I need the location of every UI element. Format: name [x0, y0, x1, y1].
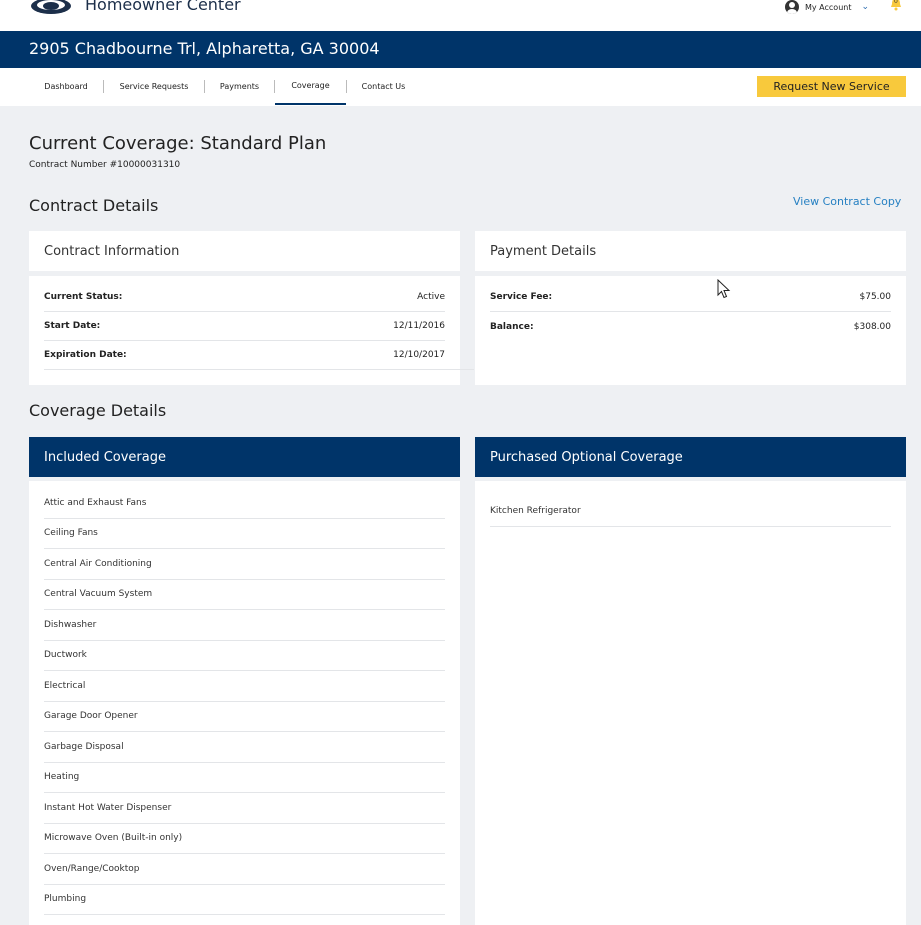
list-item: Dishwasher	[44, 610, 445, 641]
list-item: Central Vacuum System	[44, 580, 445, 610]
contract-number: Contract Number #10000031310	[29, 160, 181, 170]
main-nav: Dashboard Service Requests Payments Cove…	[0, 68, 921, 106]
service-fee-label: Service Fee:	[490, 292, 553, 302]
view-contract-copy-link[interactable]: View Contract Copy	[793, 195, 901, 208]
list-item: Microwave Oven (Built-in only)	[44, 824, 445, 854]
optional-coverage-header: Purchased Optional Coverage	[475, 437, 906, 477]
list-item: Garbage Disposal	[44, 732, 445, 763]
optional-coverage-list: Kitchen Refrigerator	[475, 481, 906, 527]
included-coverage-panel: Attic and Exhaust Fans Ceiling Fans Cent…	[29, 481, 460, 925]
balance-label: Balance:	[490, 321, 534, 332]
mouse-cursor-icon	[717, 279, 731, 299]
row-divider	[274, 369, 474, 370]
request-new-service-button[interactable]: Request New Service	[757, 76, 906, 97]
current-status-row: Current Status: Active	[44, 283, 445, 312]
top-header: Homeowner Center My Account ⌄ 0	[0, 0, 921, 31]
list-item: Ductwork	[44, 641, 445, 671]
start-date-row: Start Date: 12/11/2016	[44, 312, 445, 341]
notification-count: 0	[894, 0, 898, 5]
notifications-bell[interactable]: 0	[889, 0, 903, 11]
service-fee-value: $75.00	[859, 292, 892, 302]
property-address: 2905 Chadbourne Trl, Alpharetta, GA 3000…	[29, 39, 380, 58]
start-date-value: 12/11/2016	[393, 321, 445, 331]
list-item: Instant Hot Water Dispenser	[44, 793, 445, 824]
contract-information-header: Contract Information	[29, 231, 460, 271]
user-avatar-icon	[785, 0, 799, 14]
coverage-details-heading: Coverage Details	[29, 401, 167, 420]
contract-details-heading: Contract Details	[29, 196, 159, 215]
tab-dashboard[interactable]: Dashboard	[30, 68, 102, 105]
current-status-value: Active	[417, 292, 445, 302]
page-title: Current Coverage: Standard Plan	[29, 133, 327, 154]
payment-details-header: Payment Details	[475, 231, 906, 271]
payment-details-card: Service Fee: $75.00 Balance: $308.00	[475, 276, 906, 385]
list-item: Ceiling Fans	[44, 519, 445, 549]
expiration-date-value: 12/10/2017	[393, 350, 445, 360]
balance-value: $308.00	[853, 321, 891, 332]
my-account-label: My Account	[805, 2, 852, 12]
tab-payments[interactable]: Payments	[205, 68, 274, 105]
eagle-logo-icon[interactable]	[30, 0, 72, 16]
list-item: Kitchen Refrigerator	[490, 496, 891, 527]
tab-coverage[interactable]: Coverage	[275, 68, 346, 105]
tab-contact-us[interactable]: Contact Us	[347, 68, 420, 105]
tab-service-requests[interactable]: Service Requests	[104, 68, 204, 105]
included-coverage-list: Attic and Exhaust Fans Ceiling Fans Cent…	[29, 481, 460, 915]
list-item: Oven/Range/Cooktop	[44, 854, 445, 885]
property-address-bar: 2905 Chadbourne Trl, Alpharetta, GA 3000…	[0, 31, 921, 68]
balance-row: Balance: $308.00	[490, 312, 891, 341]
optional-coverage-panel: Kitchen Refrigerator	[475, 481, 906, 925]
list-item: Plumbing	[44, 885, 445, 915]
current-status-label: Current Status:	[44, 292, 123, 302]
start-date-label: Start Date:	[44, 321, 101, 331]
chevron-down-icon: ⌄	[861, 2, 870, 12]
contract-information-card: Current Status: Active Start Date: 12/11…	[29, 276, 474, 385]
list-item: Garage Door Opener	[44, 702, 445, 732]
brand-title: Homeowner Center	[85, 0, 241, 14]
expiration-date-row: Expiration Date: 12/10/2017	[44, 341, 445, 370]
list-item: Electrical	[44, 671, 445, 702]
list-item: Central Air Conditioning	[44, 549, 445, 580]
list-item: Attic and Exhaust Fans	[44, 488, 445, 519]
expiration-date-label: Expiration Date:	[44, 350, 127, 360]
my-account-menu[interactable]: My Account ⌄	[785, 0, 869, 14]
service-fee-row: Service Fee: $75.00	[490, 283, 891, 312]
list-item: Heating	[44, 763, 445, 793]
included-coverage-header: Included Coverage	[29, 437, 460, 477]
